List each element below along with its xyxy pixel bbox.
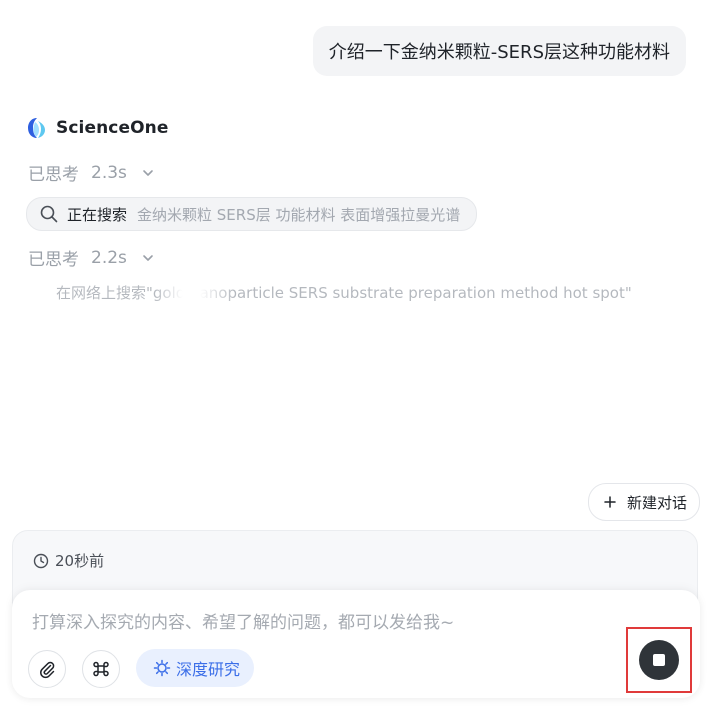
chevron-down-icon <box>143 169 153 176</box>
attach-file-button[interactable] <box>28 650 66 688</box>
stop-generation-button[interactable] <box>639 640 679 680</box>
spark-icon <box>153 659 171 677</box>
thought-duration: 2.2s <box>91 247 127 268</box>
search-query-text: 金纳米颗粒 SERS层 功能材料 表面增强拉曼光谱 <box>137 205 461 224</box>
search-status-pill: 正在搜索 金纳米颗粒 SERS层 功能材料 表面增强拉曼光谱 <box>26 197 478 231</box>
thought-step-toggle[interactable]: 已思考 2.2s <box>28 245 155 270</box>
new-chat-label: 新建对话 <box>626 493 687 512</box>
message-input[interactable] <box>32 608 622 638</box>
plus-icon <box>604 496 616 508</box>
user-message-bubble: 介绍一下金纳米颗粒-SERS层这种功能材料 <box>312 26 686 76</box>
thought-duration: 2.3s <box>91 162 127 183</box>
deep-research-label: 深度研究 <box>176 660 241 679</box>
stop-icon <box>653 654 665 666</box>
search-status-text: 正在搜索 <box>67 205 128 224</box>
search-icon <box>40 205 58 223</box>
paperclip-icon <box>40 661 55 679</box>
history-timestamp: 20秒前 <box>33 550 104 571</box>
user-message-text: 介绍一下金纳米颗粒-SERS层这种功能材料 <box>328 42 670 63</box>
web-search-status: 在网络上搜索"gold nanoparticle SERS substrate … <box>56 284 632 302</box>
command-button[interactable] <box>82 650 120 688</box>
deep-research-button[interactable]: 深度研究 <box>136 649 255 687</box>
thought-step-toggle[interactable]: 已思考 2.3s <box>28 160 155 185</box>
command-icon <box>93 661 109 677</box>
message-composer: 深度研究 <box>12 590 700 698</box>
chat-page: 介绍一下金纳米颗粒-SERS层这种功能材料 ScienceOne 已思考 2.3… <box>0 0 720 709</box>
clock-icon <box>33 553 49 568</box>
history-time-text: 20秒前 <box>55 552 105 570</box>
new-chat-button[interactable]: 新建对话 <box>587 483 700 521</box>
assistant-header: ScienceOne <box>26 116 168 140</box>
stop-button-highlight <box>626 627 692 693</box>
scienceone-logo-icon <box>28 118 45 138</box>
assistant-brand-name: ScienceOne <box>56 118 169 138</box>
chevron-down-icon <box>143 254 153 261</box>
thought-label: 已思考 <box>28 165 79 185</box>
thought-label: 已思考 <box>28 250 79 270</box>
